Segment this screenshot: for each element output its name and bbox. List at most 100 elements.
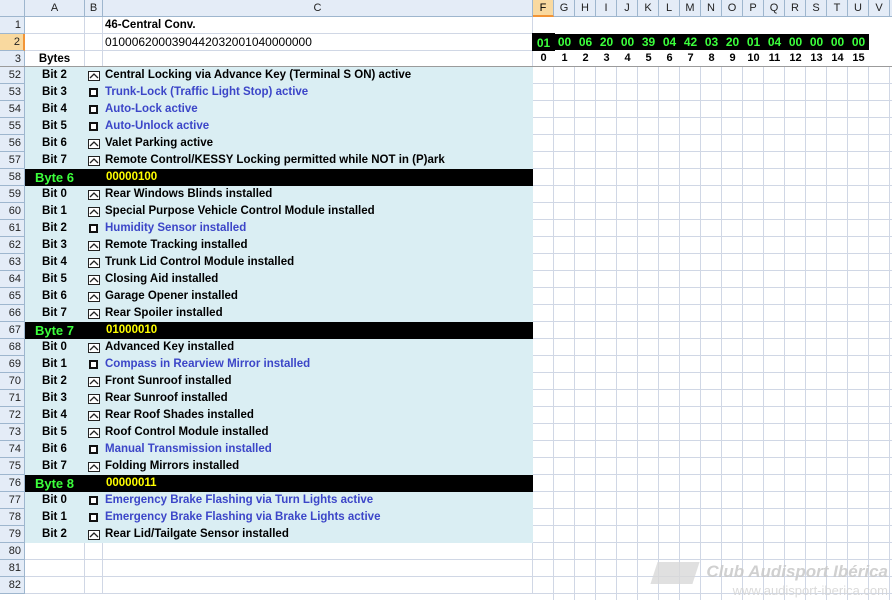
row-header-79[interactable]: 79: [0, 526, 25, 543]
row-header-75[interactable]: 75: [0, 458, 25, 475]
row-header-57[interactable]: 57: [0, 152, 25, 169]
column-header-u[interactable]: U: [848, 0, 869, 17]
checked-box-icon[interactable]: [88, 207, 100, 217]
row-header-70[interactable]: 70: [0, 373, 25, 390]
row-header-64[interactable]: 64: [0, 271, 25, 288]
row-header-56[interactable]: 56: [0, 135, 25, 152]
hex-byte-cell[interactable]: 42: [680, 34, 701, 50]
row-header-1[interactable]: 1: [0, 17, 25, 34]
unchecked-box-icon[interactable]: [89, 88, 98, 97]
hex-byte-cell[interactable]: 39: [638, 34, 659, 50]
bit-checkbox-cell[interactable]: [85, 458, 103, 475]
checked-box-icon[interactable]: [88, 139, 100, 149]
unchecked-box-icon[interactable]: [89, 122, 98, 131]
row-header-54[interactable]: 54: [0, 101, 25, 118]
bit-checkbox-cell[interactable]: [85, 373, 103, 390]
checked-box-icon[interactable]: [88, 309, 100, 319]
row-header-52[interactable]: 52: [0, 67, 25, 84]
column-header-m[interactable]: M: [680, 0, 701, 17]
cell-a1[interactable]: [25, 17, 85, 34]
row-header-2[interactable]: 2: [0, 34, 25, 51]
cell-b1[interactable]: [85, 17, 103, 34]
bit-checkbox-cell[interactable]: [85, 509, 103, 526]
hex-byte-cell[interactable]: 04: [764, 34, 785, 50]
column-header-v[interactable]: V: [869, 0, 890, 17]
bit-checkbox-cell[interactable]: [85, 390, 103, 407]
bit-checkbox-cell[interactable]: [85, 84, 103, 101]
unchecked-box-icon[interactable]: [89, 360, 98, 369]
hex-byte-cell[interactable]: 01: [743, 34, 764, 50]
column-header-p[interactable]: P: [743, 0, 764, 17]
bit-checkbox-cell[interactable]: [85, 101, 103, 118]
row-header-63[interactable]: 63: [0, 254, 25, 271]
hex-byte-cell[interactable]: 00: [617, 34, 638, 50]
hex-byte-cell[interactable]: 06: [575, 34, 596, 50]
row-header-55[interactable]: 55: [0, 118, 25, 135]
hex-byte-cell[interactable]: 01: [532, 33, 555, 51]
hex-byte-cell[interactable]: 03: [701, 34, 722, 50]
checked-box-icon[interactable]: [88, 530, 100, 540]
column-header-r[interactable]: R: [785, 0, 806, 17]
column-header-j[interactable]: J: [617, 0, 638, 17]
row-header-78[interactable]: 78: [0, 509, 25, 526]
bit-checkbox-cell[interactable]: [85, 424, 103, 441]
bit-checkbox-cell[interactable]: [85, 339, 103, 356]
checked-box-icon[interactable]: [88, 190, 100, 200]
unchecked-box-icon[interactable]: [89, 105, 98, 114]
row-header-65[interactable]: 65: [0, 288, 25, 305]
row-header-67[interactable]: 67: [0, 322, 25, 339]
cell-b2[interactable]: [85, 34, 103, 51]
bit-checkbox-cell[interactable]: [85, 305, 103, 322]
cell-a2[interactable]: [25, 34, 85, 51]
hex-byte-cell[interactable]: 00: [827, 34, 848, 50]
row-header-74[interactable]: 74: [0, 441, 25, 458]
row-header-71[interactable]: 71: [0, 390, 25, 407]
checked-box-icon[interactable]: [88, 343, 100, 353]
checked-box-icon[interactable]: [88, 411, 100, 421]
bit-checkbox-cell[interactable]: [85, 254, 103, 271]
column-header-c[interactable]: C: [103, 0, 533, 17]
select-all-corner[interactable]: [0, 0, 25, 17]
hex-byte-cell[interactable]: 00: [848, 34, 869, 50]
column-header-t[interactable]: T: [827, 0, 848, 17]
bit-checkbox-cell[interactable]: [85, 288, 103, 305]
spreadsheet-grid[interactable]: ABCFGHIJKLMNOPQRSTUVW12346-Central Conv.…: [0, 0, 892, 600]
row-header-61[interactable]: 61: [0, 220, 25, 237]
column-header-a[interactable]: A: [25, 0, 85, 17]
column-header-i[interactable]: I: [596, 0, 617, 17]
column-header-k[interactable]: K: [638, 0, 659, 17]
column-header-b[interactable]: B: [85, 0, 103, 17]
bit-checkbox-cell[interactable]: [85, 186, 103, 203]
checked-box-icon[interactable]: [88, 292, 100, 302]
unchecked-box-icon[interactable]: [89, 445, 98, 454]
checked-box-icon[interactable]: [88, 156, 100, 166]
bit-checkbox-cell[interactable]: [85, 203, 103, 220]
row-header-81[interactable]: 81: [0, 560, 25, 577]
checked-box-icon[interactable]: [88, 275, 100, 285]
row-header-58[interactable]: 58: [0, 169, 25, 186]
checked-box-icon[interactable]: [88, 377, 100, 387]
column-header-f[interactable]: F: [533, 0, 554, 17]
checked-box-icon[interactable]: [88, 258, 100, 268]
checked-box-icon[interactable]: [88, 71, 100, 81]
unchecked-box-icon[interactable]: [89, 224, 98, 233]
unchecked-box-icon[interactable]: [89, 496, 98, 505]
bit-checkbox-cell[interactable]: [85, 237, 103, 254]
row-header-80[interactable]: 80: [0, 543, 25, 560]
column-header-s[interactable]: S: [806, 0, 827, 17]
bit-checkbox-cell[interactable]: [85, 356, 103, 373]
bit-checkbox-cell[interactable]: [85, 441, 103, 458]
row-header-73[interactable]: 73: [0, 424, 25, 441]
bit-checkbox-cell[interactable]: [85, 220, 103, 237]
bit-checkbox-cell[interactable]: [85, 118, 103, 135]
row-header-76[interactable]: 76: [0, 475, 25, 492]
column-header-g[interactable]: G: [554, 0, 575, 17]
hex-byte-cell[interactable]: 00: [785, 34, 806, 50]
column-header-h[interactable]: H: [575, 0, 596, 17]
checked-box-icon[interactable]: [88, 462, 100, 472]
bit-checkbox-cell[interactable]: [85, 152, 103, 169]
hex-byte-cell[interactable]: 20: [722, 34, 743, 50]
row-header-82[interactable]: 82: [0, 577, 25, 594]
hex-byte-cell[interactable]: 00: [806, 34, 827, 50]
column-header-n[interactable]: N: [701, 0, 722, 17]
